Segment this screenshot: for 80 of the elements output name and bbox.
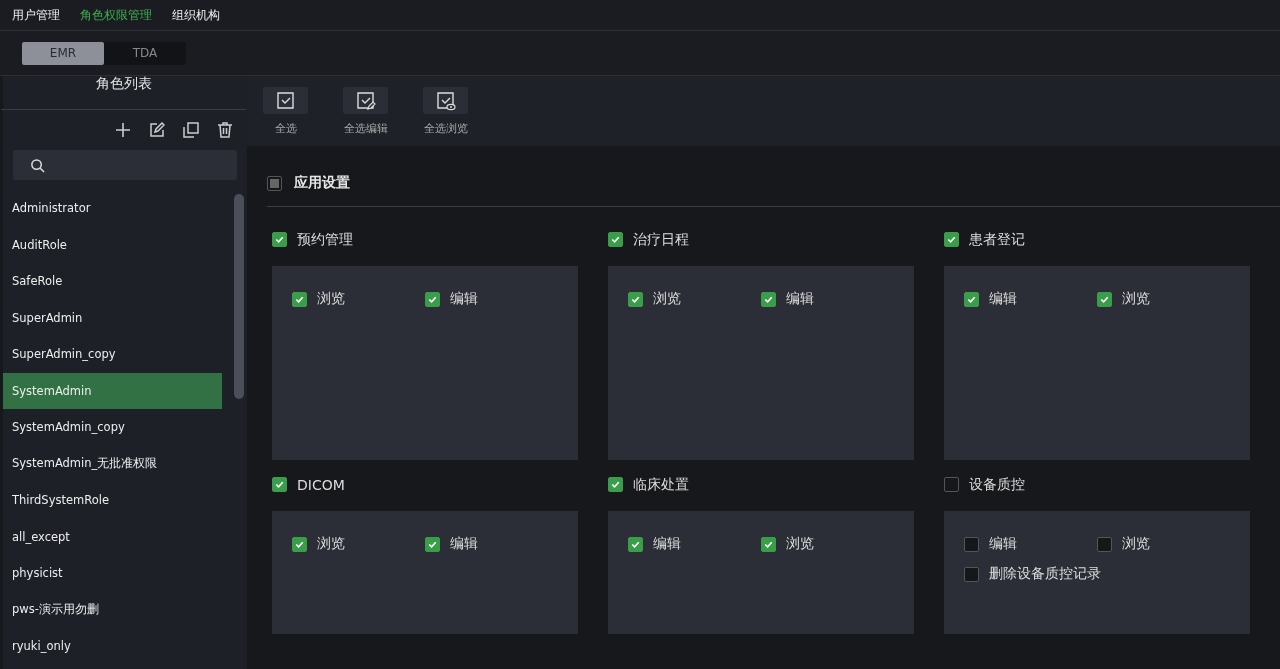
checkbox[interactable]	[964, 566, 979, 582]
checkbox[interactable]	[628, 291, 643, 307]
section-label: 患者登记	[969, 230, 1025, 249]
nav-tab[interactable]: 角色权限管理	[80, 6, 152, 24]
role-item[interactable]: pws-演示用勿删	[3, 591, 222, 628]
checkbox[interactable]	[608, 477, 623, 492]
option-label: 编辑	[450, 290, 478, 308]
search-icon	[30, 157, 45, 173]
checkbox[interactable]	[292, 536, 307, 552]
copy-icon[interactable]	[183, 122, 199, 138]
checkbox-icon	[275, 90, 296, 111]
role-item[interactable]: AuditRole	[3, 226, 222, 263]
option-label: 浏览	[317, 535, 345, 553]
role-item[interactable]: SafeRole	[3, 263, 222, 300]
checkbox[interactable]	[1097, 291, 1112, 307]
option-label: 编辑	[653, 535, 681, 553]
toolbar-label: 全选	[274, 121, 297, 136]
check-icon	[610, 479, 621, 490]
nav-tab[interactable]: 用户管理	[12, 6, 60, 24]
option-label: 编辑	[786, 290, 814, 308]
scrollbar-thumb[interactable]	[234, 194, 244, 399]
role-item[interactable]: ThirdSystemRole	[3, 482, 222, 519]
toolbar-button[interactable]	[343, 87, 388, 114]
nav-tab[interactable]: 组织机构	[172, 6, 220, 24]
toolbar-label: 全选浏览	[423, 121, 468, 136]
check-icon	[274, 479, 285, 490]
sub-tab[interactable]: EMR	[22, 41, 104, 65]
option-label: 编辑	[450, 535, 478, 553]
role-item[interactable]: Administrator	[3, 190, 222, 227]
option-label: 浏览	[317, 290, 345, 308]
toolbar-label: 全选编辑	[343, 121, 388, 136]
role-item[interactable]: SystemAdmin_copy	[3, 409, 222, 446]
checkbox[interactable]	[944, 477, 959, 492]
role-item[interactable]: physicist	[3, 555, 222, 592]
section-label: 治疗日程	[633, 230, 689, 249]
check-icon	[274, 234, 285, 245]
role-item[interactable]: SystemAdmin_无批准权限	[3, 445, 222, 482]
checkbox[interactable]	[628, 536, 643, 552]
checkbox[interactable]	[964, 536, 979, 552]
section-label: DICOM	[297, 476, 345, 493]
checkbox[interactable]	[944, 232, 959, 247]
section-label: 预约管理	[297, 230, 353, 249]
option-label: 浏览	[1122, 290, 1150, 308]
role-item[interactable]: SuperAdmin	[3, 299, 222, 336]
role-item[interactable]: SuperAdmin_copy	[3, 336, 222, 373]
option-label: 浏览	[786, 535, 814, 553]
sub-tab[interactable]: TDA	[104, 41, 186, 65]
checkbox-pencil-icon	[355, 90, 376, 111]
checkbox[interactable]	[425, 536, 440, 552]
option-label: 删除设备质控记录	[989, 565, 1101, 583]
search-field[interactable]	[13, 150, 237, 180]
role-item[interactable]: SystemAdmin	[3, 372, 222, 409]
checkbox[interactable]	[272, 232, 287, 247]
checkbox[interactable]	[425, 291, 440, 307]
check-icon	[946, 234, 957, 245]
role-item[interactable]: all_except	[3, 518, 222, 555]
option-label: 编辑	[989, 290, 1017, 308]
toolbar-button[interactable]	[263, 87, 308, 114]
section-label: 设备质控	[969, 475, 1025, 494]
option-label: 编辑	[989, 535, 1017, 553]
toolbar-button[interactable]	[423, 87, 468, 114]
checkbox[interactable]	[964, 291, 979, 307]
check-icon	[610, 234, 621, 245]
group-title: 应用设置	[294, 174, 350, 192]
checkbox[interactable]	[272, 477, 287, 492]
checkbox-eye-icon	[435, 90, 456, 111]
role-item[interactable]: ryuki_only	[3, 628, 222, 665]
add-icon[interactable]	[115, 122, 131, 138]
edit-icon[interactable]	[149, 122, 165, 138]
checkbox[interactable]	[761, 291, 776, 307]
checkbox[interactable]	[267, 175, 282, 191]
checkbox[interactable]	[1097, 536, 1112, 552]
option-label: 浏览	[1122, 535, 1150, 553]
panel-title: 角色列表	[1, 76, 246, 110]
checkbox[interactable]	[292, 291, 307, 307]
option-label: 浏览	[653, 290, 681, 308]
trash-icon[interactable]	[217, 122, 233, 138]
checkbox[interactable]	[761, 536, 776, 552]
section-label: 临床处置	[633, 475, 689, 494]
checkbox[interactable]	[608, 232, 623, 247]
